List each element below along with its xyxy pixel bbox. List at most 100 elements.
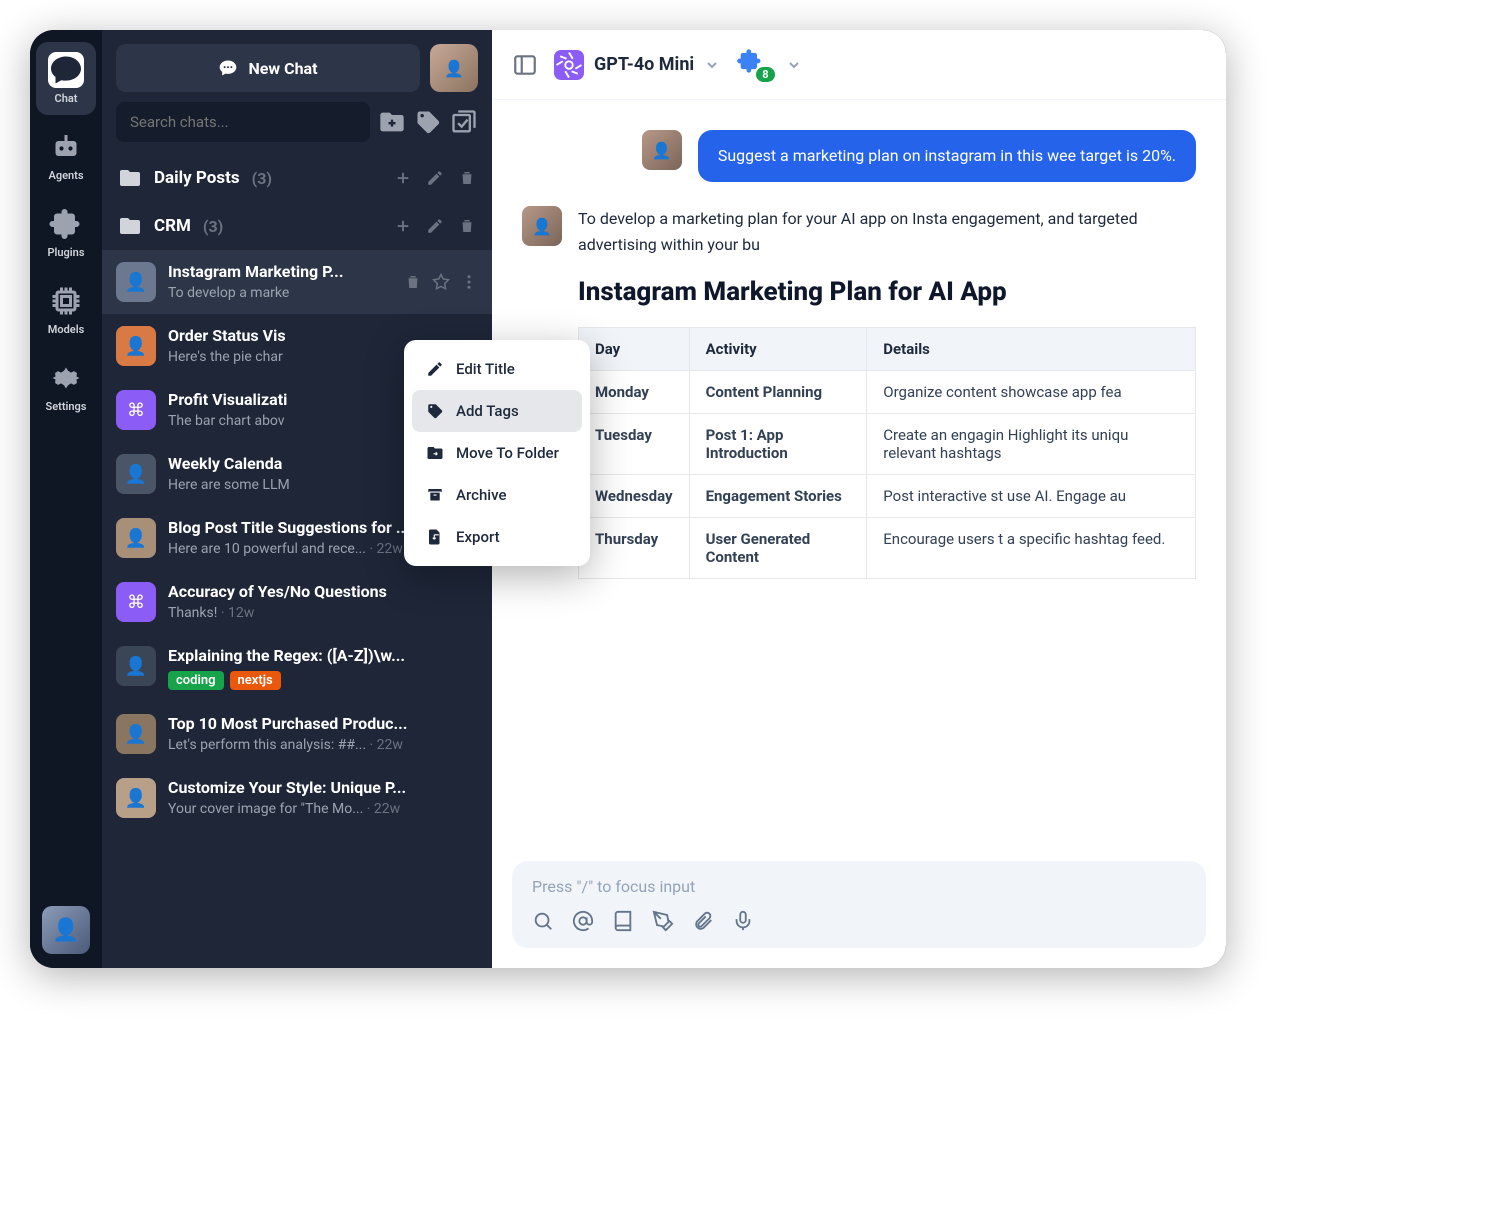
sidebar-toggle-icon[interactable] bbox=[512, 52, 538, 78]
tag[interactable]: nextjs bbox=[230, 671, 281, 690]
pen-icon[interactable] bbox=[652, 910, 674, 932]
user-message-text: Suggest a marketing plan on instagram in… bbox=[698, 130, 1196, 182]
folder-icon bbox=[118, 166, 142, 190]
ai-avatar: 👤 bbox=[522, 206, 562, 246]
table-row: WednesdayEngagement StoriesPost interact… bbox=[579, 475, 1196, 518]
input-placeholder: Press "/" to focus input bbox=[532, 877, 1186, 896]
tag[interactable]: coding bbox=[168, 671, 224, 690]
table-row: ThursdayUser Generated ContentEncourage … bbox=[579, 518, 1196, 579]
nav-label: Models bbox=[48, 323, 84, 336]
attachment-icon[interactable] bbox=[692, 910, 714, 932]
menu-label: Add Tags bbox=[456, 402, 519, 420]
chevron-down-icon bbox=[704, 57, 720, 73]
conversation: 👤 Suggest a marketing plan on instagram … bbox=[492, 100, 1226, 861]
star-icon[interactable] bbox=[432, 273, 450, 291]
pencil-icon bbox=[426, 360, 444, 378]
chat-bubble-icon bbox=[218, 58, 238, 78]
chat-tags: coding nextjs bbox=[168, 671, 478, 690]
menu-archive[interactable]: Archive bbox=[412, 474, 582, 516]
plus-icon[interactable] bbox=[394, 217, 412, 235]
menu-move-folder[interactable]: Move To Folder bbox=[412, 432, 582, 474]
plugin-count-badge: 8 bbox=[754, 65, 776, 84]
chat-thumb: 👤 bbox=[116, 518, 156, 558]
table-cell: Content Planning bbox=[689, 371, 867, 414]
trash-icon[interactable] bbox=[458, 217, 476, 235]
nav-plugins[interactable]: Plugins bbox=[36, 196, 96, 269]
chevron-down-icon bbox=[786, 57, 802, 73]
table-row: MondayContent PlanningOrganize content s… bbox=[579, 371, 1196, 414]
user-avatar: 👤 bbox=[642, 130, 682, 170]
table-cell: Tuesday bbox=[579, 414, 690, 475]
table-header-row: DayActivityDetails bbox=[579, 328, 1196, 371]
menu-label: Archive bbox=[456, 486, 506, 504]
tag-icon bbox=[426, 402, 444, 420]
chat-thumb: 👤 bbox=[116, 646, 156, 686]
nav-label: Agents bbox=[48, 169, 83, 182]
search-icon[interactable] bbox=[532, 910, 554, 932]
table-cell: Thursday bbox=[579, 518, 690, 579]
model-name: GPT-4o Mini bbox=[594, 54, 694, 75]
pencil-icon[interactable] bbox=[426, 217, 444, 235]
input-area[interactable]: Press "/" to focus input bbox=[512, 861, 1206, 948]
chat-preview: Your cover image for "The Mo... · 22w bbox=[168, 801, 478, 817]
table-header: Day bbox=[579, 328, 690, 371]
chat-title: Explaining the Regex: ([A-Z])\w... bbox=[168, 646, 478, 665]
chat-item[interactable]: 👤Top 10 Most Purchased Produc...Let's pe… bbox=[102, 702, 492, 766]
trash-icon[interactable] bbox=[404, 273, 422, 291]
trash-icon[interactable] bbox=[458, 169, 476, 187]
chat-preview: Thanks! · 12w bbox=[168, 605, 478, 621]
nav-settings[interactable]: Settings bbox=[36, 350, 96, 423]
mention-icon[interactable] bbox=[572, 910, 594, 932]
select-all-icon[interactable] bbox=[450, 108, 478, 136]
chat-item[interactable]: 👤 Explaining the Regex: ([A-Z])\w... codin… bbox=[102, 634, 492, 702]
table-cell: Monday bbox=[579, 371, 690, 414]
nav-label: Plugins bbox=[48, 246, 85, 259]
folder-count: (3) bbox=[203, 217, 223, 236]
folder-count: (3) bbox=[252, 169, 272, 188]
folder-daily-posts[interactable]: Daily Posts (3) bbox=[102, 154, 492, 202]
chat-thumb: 👤 bbox=[116, 326, 156, 366]
user-avatar-bottom[interactable]: 👤 bbox=[42, 906, 90, 954]
plus-icon[interactable] bbox=[394, 169, 412, 187]
chat-thumb: 👤 bbox=[116, 778, 156, 818]
robot-icon bbox=[48, 129, 84, 165]
input-toolbar bbox=[532, 910, 1186, 932]
user-avatar-top[interactable]: 👤 bbox=[430, 44, 478, 92]
gear-icon bbox=[48, 360, 84, 396]
nav-agents[interactable]: Agents bbox=[36, 119, 96, 192]
chat-item[interactable]: 👤Customize Your Style: Unique P...Your c… bbox=[102, 766, 492, 830]
chat-title: Instagram Marketing P... bbox=[168, 262, 392, 281]
model-selector[interactable]: GPT-4o Mini bbox=[554, 50, 720, 80]
user-message: 👤 Suggest a marketing plan on instagram … bbox=[492, 130, 1226, 206]
more-icon[interactable] bbox=[460, 273, 478, 291]
new-chat-label: New Chat bbox=[248, 59, 317, 78]
nav-chat[interactable]: Chat bbox=[36, 42, 96, 115]
chip-icon bbox=[48, 283, 84, 319]
chat-context-menu: Edit Title Add Tags Move To Folder Archi… bbox=[404, 340, 590, 566]
main-panel: GPT-4o Mini 8 👤 Suggest a marketing plan… bbox=[492, 30, 1226, 968]
openai-icon bbox=[554, 50, 584, 80]
chat-item[interactable]: ⌘Accuracy of Yes/No QuestionsThanks! · 1… bbox=[102, 570, 492, 634]
book-icon[interactable] bbox=[612, 910, 634, 932]
folder-crm[interactable]: CRM (3) bbox=[102, 202, 492, 250]
table-cell: Engagement Stories bbox=[689, 475, 867, 518]
ai-message-text: To develop a marketing plan for your AI … bbox=[578, 206, 1196, 257]
pencil-icon[interactable] bbox=[426, 169, 444, 187]
chat-item[interactable]: 👤Instagram Marketing P...To develop a ma… bbox=[102, 250, 492, 314]
mic-icon[interactable] bbox=[732, 910, 754, 932]
add-folder-icon[interactable] bbox=[378, 108, 406, 136]
folder-name: Daily Posts bbox=[154, 168, 240, 188]
new-chat-button[interactable]: New Chat bbox=[116, 44, 420, 92]
menu-edit-title[interactable]: Edit Title bbox=[412, 348, 582, 390]
search-input[interactable] bbox=[116, 102, 370, 142]
table-row: TuesdayPost 1: App IntroductionCreate an… bbox=[579, 414, 1196, 475]
menu-export[interactable]: Export bbox=[412, 516, 582, 558]
menu-add-tags[interactable]: Add Tags bbox=[412, 390, 582, 432]
tag-filter-icon[interactable] bbox=[414, 108, 442, 136]
folder-name: CRM bbox=[154, 216, 191, 236]
table-header: Activity bbox=[689, 328, 867, 371]
nav-models[interactable]: Models bbox=[36, 273, 96, 346]
nav-label: Chat bbox=[55, 92, 78, 105]
plugins-selector[interactable]: 8 bbox=[736, 47, 802, 82]
chat-thumb: ⌘ bbox=[116, 390, 156, 430]
